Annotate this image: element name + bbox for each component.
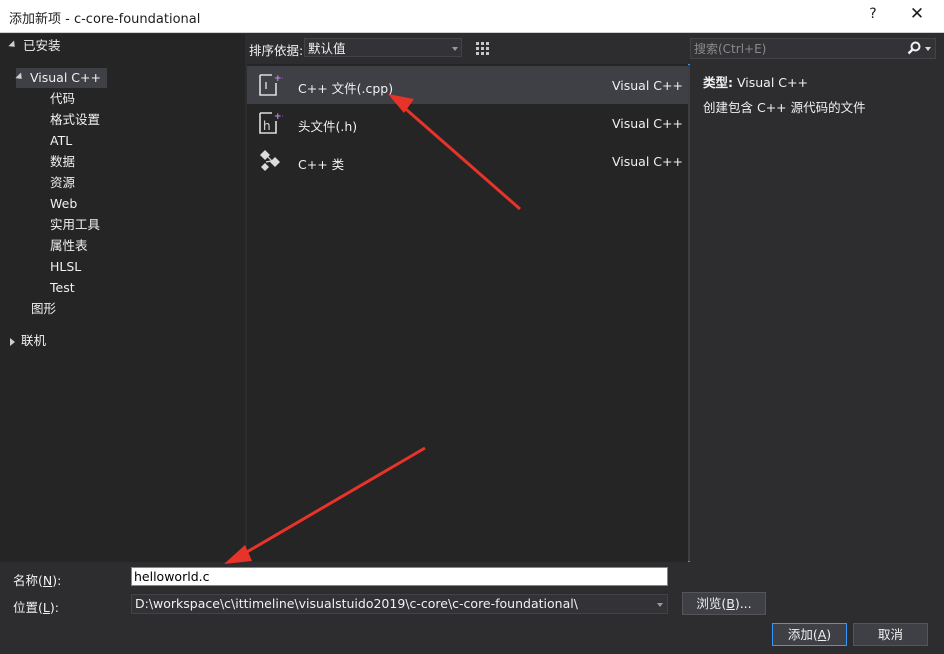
name-label: 名称(N): <box>13 573 62 588</box>
tree-item-label: Visual C++ <box>30 70 101 85</box>
search-icon[interactable] <box>907 41 921 55</box>
tree-item-utility[interactable]: 实用工具 <box>50 215 100 235</box>
template-language: Visual C++ <box>612 116 683 131</box>
header-file-icon: h ++ <box>259 112 283 134</box>
template-row-cpp-file[interactable]: ++ C++ 文件(.cpp) Visual C++ <box>247 66 688 104</box>
tree-item-installed[interactable]: 已安装 <box>8 36 61 56</box>
close-button[interactable]: ✕ <box>908 4 926 24</box>
collapse-arrow-icon[interactable] <box>8 40 18 50</box>
template-language: Visual C++ <box>612 154 683 169</box>
add-button[interactable]: 添加(A) <box>772 623 847 646</box>
location-combobox[interactable]: D:\workspace\c\ittimeline\visualstuido20… <box>131 594 668 614</box>
svg-text:h: h <box>263 119 271 133</box>
template-name: C++ 文件(.cpp) <box>298 81 394 96</box>
tree-item-label: 联机 <box>21 333 47 348</box>
help-button[interactable]: ? <box>866 6 880 22</box>
search-input[interactable] <box>694 40 899 57</box>
search-box[interactable] <box>690 38 936 59</box>
tree-item-formatting[interactable]: 格式设置 <box>50 110 100 130</box>
chevron-down-icon[interactable] <box>925 47 931 51</box>
tree-item-code[interactable]: 代码 <box>50 89 75 109</box>
title-bar: 添加新项 - c-core-foundational ? ✕ <box>0 0 944 33</box>
template-row-header-file[interactable]: h ++ 头文件(.h) Visual C++ <box>247 104 688 142</box>
tree-item-visual-cpp[interactable]: Visual C++ <box>15 68 107 88</box>
browse-button[interactable]: 浏览(B)... <box>682 592 766 615</box>
cpp-file-icon: ++ <box>259 74 283 96</box>
expand-arrow-icon[interactable] <box>10 337 15 346</box>
details-panel: 类型: Visual C++ 创建包含 C++ 源代码的文件 <box>690 64 944 562</box>
cancel-button[interactable]: 取消 <box>853 623 928 646</box>
template-language: Visual C++ <box>612 78 683 93</box>
details-type-value: Visual C++ <box>736 75 808 90</box>
tree-item-hlsl[interactable]: HLSL <box>50 257 81 277</box>
cpp-class-icon <box>260 150 280 171</box>
tree-item-resource[interactable]: 资源 <box>50 173 75 193</box>
tree-item-test[interactable]: Test <box>50 278 75 298</box>
details-description: 创建包含 C++ 源代码的文件 <box>703 100 866 115</box>
tree-item-property-sheets[interactable]: 属性表 <box>50 236 88 256</box>
sort-label: 排序依据: <box>249 43 304 58</box>
tree-item-web[interactable]: Web <box>50 194 77 214</box>
template-name: C++ 类 <box>298 157 345 172</box>
category-tree: 已安装 Visual C++ 代码 格式设置 ATL 数据 资源 Web 实用工… <box>0 34 245 562</box>
tree-item-data[interactable]: 数据 <box>50 152 75 172</box>
sort-value: 默认值 <box>308 41 346 56</box>
chevron-down-icon <box>452 47 458 51</box>
tree-item-label: 已安装 <box>23 38 61 53</box>
tree-item-online[interactable]: 联机 <box>10 331 46 351</box>
template-list: ++ C++ 文件(.cpp) Visual C++ h ++ 头文件(.h) … <box>247 64 688 562</box>
name-input[interactable] <box>134 568 664 585</box>
grid-view-button[interactable] <box>472 38 492 58</box>
window-title: 添加新项 - c-core-foundational <box>9 12 201 27</box>
details-type: 类型: Visual C++ <box>703 72 808 91</box>
chevron-down-icon[interactable] <box>657 603 663 607</box>
sort-dropdown[interactable]: 默认值 <box>304 38 462 57</box>
location-label: 位置(L): <box>13 600 59 615</box>
tree-item-graphics[interactable]: 图形 <box>31 299 56 319</box>
tree-item-atl[interactable]: ATL <box>50 131 72 151</box>
name-field[interactable] <box>131 567 668 586</box>
svg-text:++: ++ <box>274 112 283 122</box>
details-type-label: 类型: <box>703 75 733 90</box>
svg-text:++: ++ <box>274 74 283 84</box>
template-name: 头文件(.h) <box>298 119 358 134</box>
location-value: D:\workspace\c\ittimeline\visualstuido20… <box>135 596 578 611</box>
template-row-cpp-class[interactable]: C++ 类 Visual C++ <box>247 142 688 180</box>
grid-view-icon <box>476 42 489 55</box>
collapse-arrow-icon[interactable] <box>15 72 25 82</box>
